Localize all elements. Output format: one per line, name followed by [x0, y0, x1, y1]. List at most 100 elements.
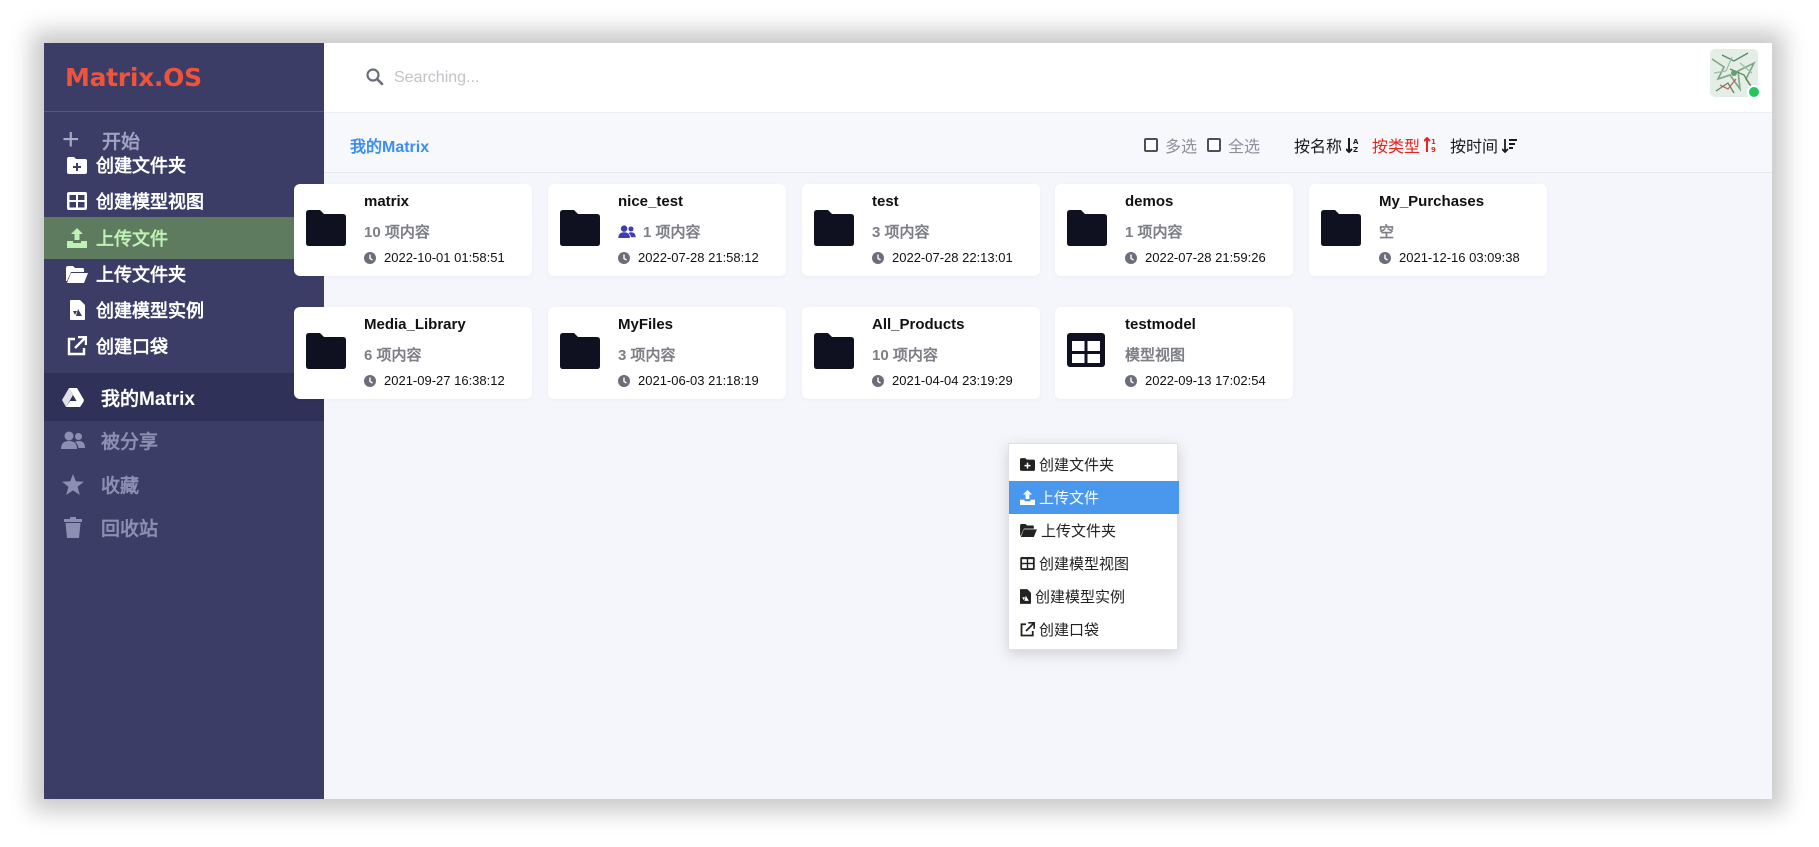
file-card-my-purchases[interactable]: My_Purchases 空 2021-12-16 03:09:38: [1309, 184, 1547, 276]
file-card-all-products[interactable]: All_Products 10 项内容 2021-04-04 23:19:29: [802, 307, 1040, 399]
clock-icon: [364, 251, 376, 264]
context-menu-create-model-view[interactable]: 创建模型视图: [1009, 547, 1179, 580]
sort-by-name-button[interactable]: 按名称 AZ: [1294, 133, 1360, 157]
item-count-text: 1 项内容: [1125, 224, 1183, 241]
sort-by-type-button[interactable]: 按类型 19: [1372, 133, 1438, 157]
trash-icon: [60, 514, 86, 540]
file-card-testmodel[interactable]: testmodel 模型视图 2022-09-13 17:02:54: [1055, 307, 1293, 399]
sidebar-action-label: 创建文件夹: [96, 156, 186, 176]
upload-icon: [66, 227, 88, 249]
file-card-myfiles[interactable]: MyFiles 3 项内容 2021-06-03 21:18:19: [548, 307, 786, 399]
context-menu-label: 创建模型视图: [1039, 556, 1130, 573]
sidebar-action-create-model-view[interactable]: 创建模型视图: [44, 180, 324, 222]
item-time: 2021-12-16 03:09:38: [1379, 250, 1520, 265]
svg-text:9: 9: [1431, 146, 1436, 153]
file-card-media-library[interactable]: Media_Library 6 项内容 2021-09-27 16:38:12: [294, 307, 532, 399]
item-time-text: 2021-04-04 23:19:29: [892, 373, 1013, 388]
breadcrumb[interactable]: 我的Matrix: [350, 133, 429, 157]
clock-icon: [1379, 251, 1391, 264]
clock-icon: [1125, 251, 1137, 264]
item-count-text: 10 项内容: [364, 224, 430, 241]
folder-icon: [814, 333, 854, 369]
external-link-icon: [66, 335, 88, 357]
folder-icon: [1067, 210, 1107, 246]
sidebar-item-label: 收藏: [101, 475, 140, 497]
file-card-demos[interactable]: demos 1 项内容 2022-07-28 21:59:26: [1055, 184, 1293, 276]
folder-icon: [560, 333, 600, 369]
context-menu-upload-folder[interactable]: 上传文件夹: [1009, 514, 1179, 547]
sidebar-action-label: 创建模型实例: [96, 301, 204, 321]
item-name: testmodel: [1125, 316, 1196, 333]
item-time: 2022-10-01 01:58:51: [364, 250, 505, 265]
item-count-text: 模型视图: [1125, 347, 1186, 364]
context-menu-create-pocket[interactable]: 创建口袋: [1009, 613, 1179, 646]
item-count: 6 项内容: [364, 344, 422, 365]
search-input[interactable]: [394, 61, 894, 95]
sidebar-item-label: 回收站: [101, 518, 159, 540]
item-count-text: 1 项内容: [643, 224, 701, 241]
sidebar-action-label: 创建模型视图: [96, 192, 204, 212]
file-card-test[interactable]: test 3 项内容 2022-07-28 22:13:01: [802, 184, 1040, 276]
item-time-text: 2022-09-13 17:02:54: [1145, 373, 1266, 388]
sidebar-item-favorites[interactable]: 收藏: [44, 460, 324, 508]
context-menu-create-model-instance[interactable]: 创建模型实例: [1009, 580, 1179, 613]
clock-icon: [872, 374, 884, 387]
divider: [44, 111, 324, 112]
item-time-text: 2022-07-28 21:59:26: [1145, 250, 1266, 265]
context-menu-upload-file[interactable]: 上传文件: [1009, 481, 1179, 514]
sidebar-item-my-matrix[interactable]: 我的Matrix: [44, 373, 324, 421]
sort-amount-icon: [1502, 138, 1518, 153]
item-count: 10 项内容: [364, 221, 430, 242]
item-time-text: 2021-09-27 16:38:12: [384, 373, 505, 388]
item-name: All_Products: [872, 316, 965, 333]
sort-label: 按时间: [1450, 139, 1499, 156]
checkbox-box: [1144, 138, 1158, 152]
select-all-checkbox[interactable]: 全选: [1207, 133, 1260, 157]
context-menu-label: 创建模型实例: [1035, 589, 1126, 606]
sidebar-action-label: 上传文件: [96, 229, 168, 249]
folder-icon: [1321, 210, 1361, 246]
item-count: 3 项内容: [618, 344, 676, 365]
context-menu-label: 上传文件夹: [1041, 523, 1117, 540]
file-card-matrix[interactable]: matrix 10 项内容 2022-10-01 01:58:51: [294, 184, 532, 276]
folder-open-icon: [66, 263, 88, 285]
top-bar: [324, 43, 1772, 113]
context-menu-create-folder[interactable]: 创建文件夹: [1009, 448, 1179, 481]
folder-icon: [814, 210, 854, 246]
folder-open-icon: [1020, 524, 1037, 537]
app-logo[interactable]: Matrix.OS: [65, 53, 202, 103]
sort-alpha-icon: AZ: [1346, 138, 1359, 153]
sort-numeric-icon: 19: [1424, 137, 1436, 153]
item-count: 1 项内容: [618, 221, 701, 242]
table-icon: [66, 190, 88, 212]
sidebar-action-label: 上传文件夹: [96, 265, 186, 285]
svg-text:Z: Z: [1353, 146, 1358, 153]
sidebar-item-trash[interactable]: 回收站: [44, 503, 324, 551]
sort-by-time-button[interactable]: 按时间: [1450, 133, 1518, 157]
item-time: 2022-09-13 17:02:54: [1125, 373, 1266, 388]
sort-label: 按类型: [1372, 139, 1421, 156]
file-icon: [1020, 589, 1031, 604]
file-card-nice-test[interactable]: nice_test 1 项内容 2022-07-28 21:58:12: [548, 184, 786, 276]
checkbox-label: 全选: [1228, 139, 1261, 156]
item-count-text: 6 项内容: [364, 347, 422, 364]
item-count-text: 10 项内容: [872, 347, 938, 364]
item-count: 1 项内容: [1125, 221, 1183, 242]
file-icon: [66, 299, 88, 321]
users-icon: [60, 427, 86, 453]
item-count: 模型视图: [1125, 344, 1185, 365]
sidebar-item-shared[interactable]: 被分享: [44, 416, 324, 464]
shared-users-icon: [618, 225, 636, 238]
sort-label: 按名称: [1294, 139, 1343, 156]
clock-icon: [872, 251, 884, 264]
star-icon: [60, 471, 86, 497]
clock-icon: [618, 251, 630, 264]
multi-select-checkbox[interactable]: 多选: [1144, 133, 1197, 157]
context-menu-label: 上传文件: [1039, 490, 1100, 507]
clock-icon: [618, 374, 630, 387]
item-name: Media_Library: [364, 316, 466, 333]
folder-icon: [306, 210, 346, 246]
folder-plus-icon: [1020, 458, 1035, 471]
upload-icon: [1020, 490, 1035, 505]
sidebar-action-create-pocket[interactable]: 创建口袋: [44, 325, 324, 367]
